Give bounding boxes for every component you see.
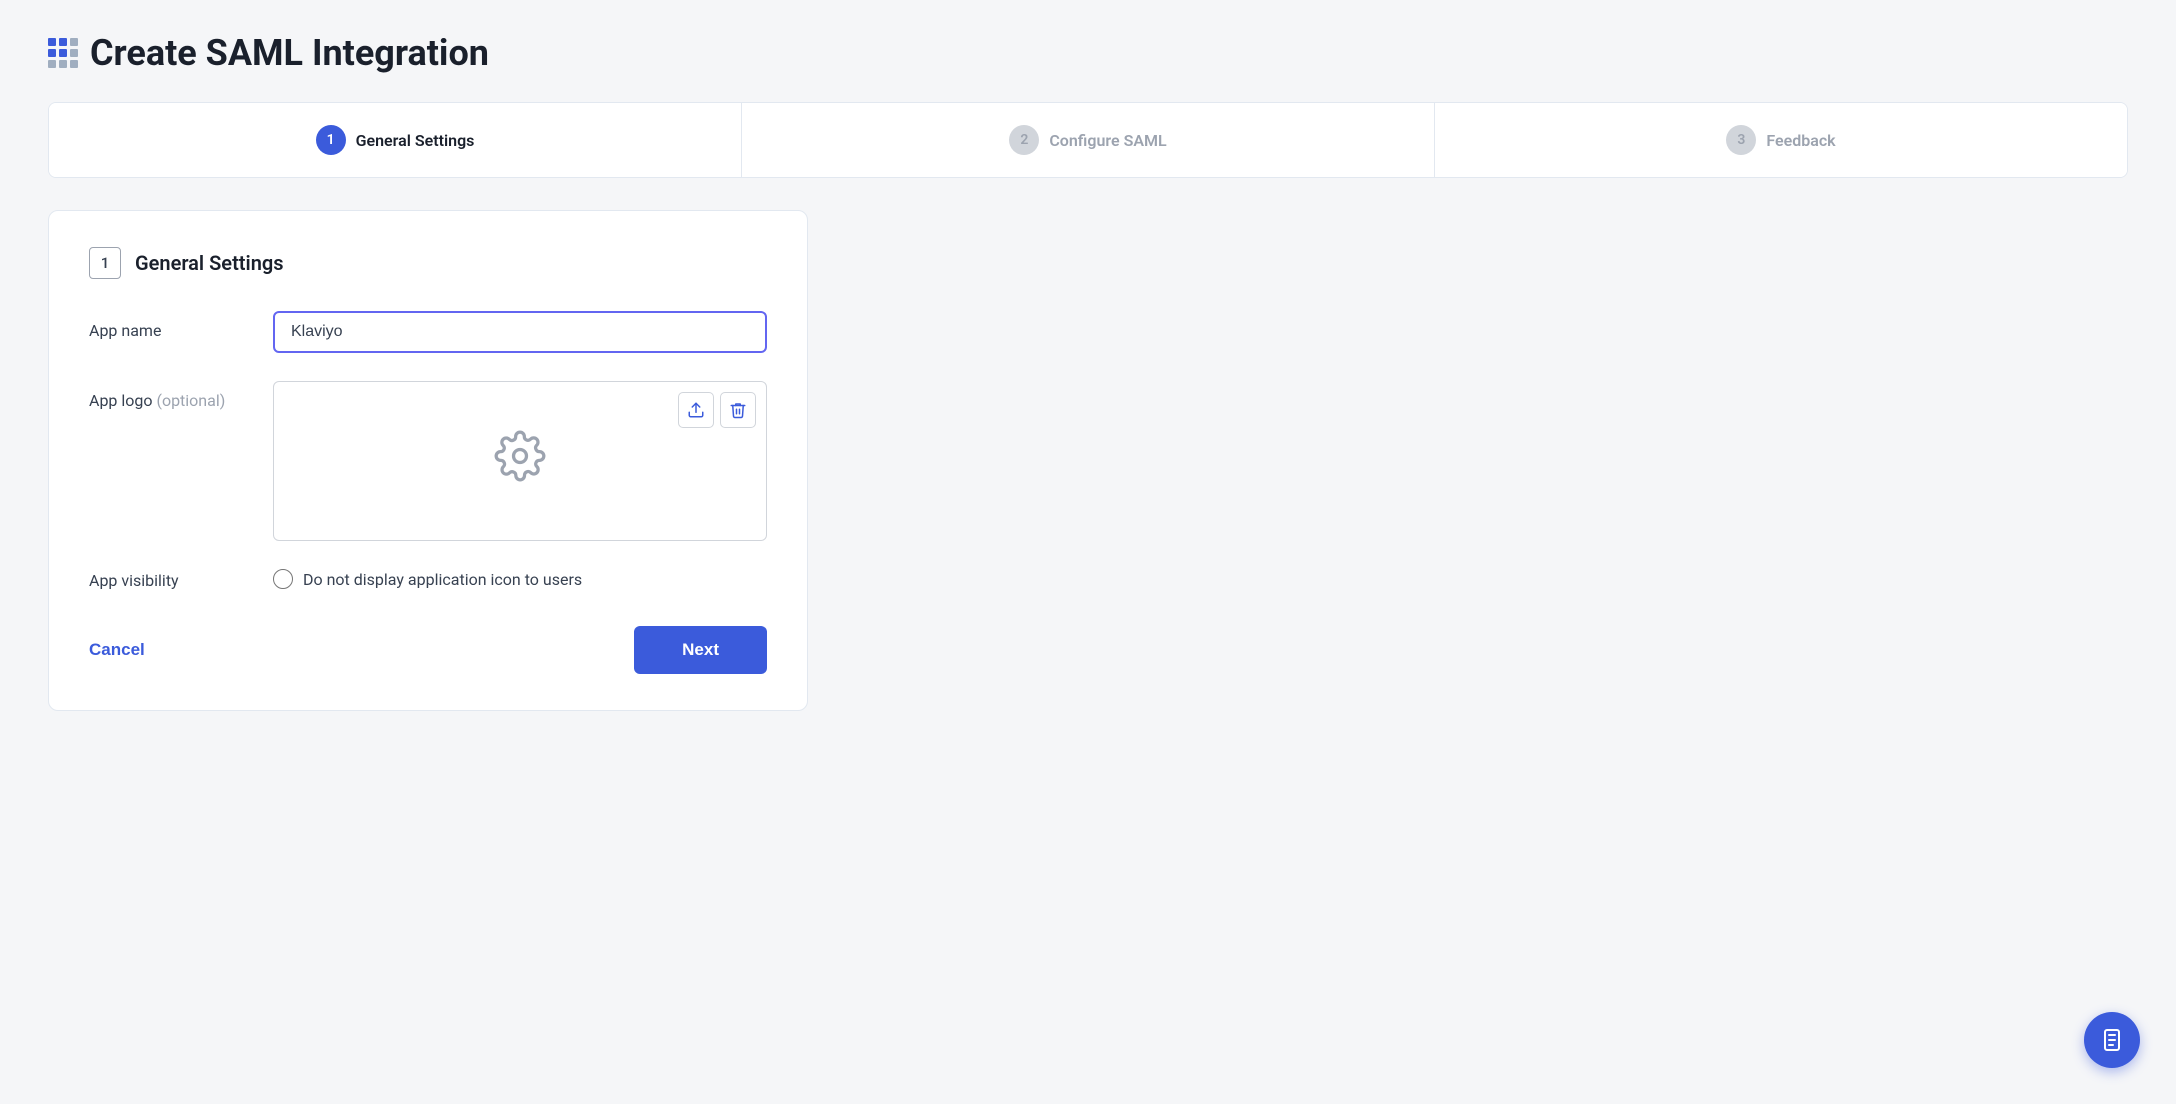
visibility-checkbox-area: Do not display application icon to users [273, 569, 582, 589]
form-actions: Cancel Next [89, 626, 767, 674]
app-visibility-label: App visibility [89, 569, 249, 590]
step-general-settings[interactable]: 1 General Settings [49, 103, 742, 177]
step-2-label: Configure SAML [1049, 131, 1166, 150]
section-number: 1 [89, 247, 121, 279]
step-3-number: 3 [1726, 125, 1756, 155]
app-name-input-area [273, 311, 767, 353]
app-name-input[interactable] [273, 311, 767, 353]
step-1-number: 1 [316, 125, 346, 155]
logo-toolbar [678, 392, 756, 428]
step-3-label: Feedback [1766, 131, 1835, 150]
app-logo-label: App logo (optional) [89, 381, 249, 410]
next-button[interactable]: Next [634, 626, 767, 674]
step-1-label: General Settings [356, 131, 475, 150]
app-name-row: App name [89, 311, 767, 353]
page-title: Create SAML Integration [90, 32, 489, 74]
app-grid-icon [48, 38, 78, 68]
cancel-button[interactable]: Cancel [89, 632, 145, 668]
visibility-radio[interactable] [273, 569, 293, 589]
logo-placeholder-icon [494, 430, 546, 493]
app-visibility-row: App visibility Do not display applicatio… [89, 569, 767, 590]
app-name-label: App name [89, 311, 249, 340]
logo-upload-box[interactable] [273, 381, 767, 541]
steps-progress: 1 General Settings 2 Configure SAML 3 Fe… [48, 102, 2128, 178]
upload-button[interactable] [678, 392, 714, 428]
step-2-number: 2 [1009, 125, 1039, 155]
step-configure-saml[interactable]: 2 Configure SAML [742, 103, 1435, 177]
fab-button[interactable] [2084, 1012, 2140, 1068]
visibility-option-text: Do not display application icon to users [303, 570, 582, 589]
step-feedback[interactable]: 3 Feedback [1435, 103, 2127, 177]
app-logo-row: App logo (optional) [89, 381, 767, 541]
page-header: Create SAML Integration [48, 32, 2128, 74]
section-title: General Settings [135, 251, 284, 275]
delete-button[interactable] [720, 392, 756, 428]
app-logo-input-area [273, 381, 767, 541]
section-header: 1 General Settings [89, 247, 767, 279]
form-card: 1 General Settings App name App logo (op… [48, 210, 808, 711]
